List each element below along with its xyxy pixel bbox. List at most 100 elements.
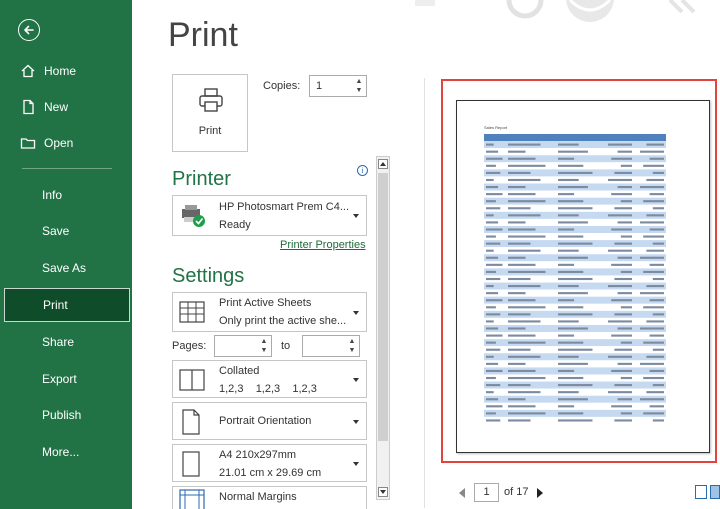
page-number-input[interactable]: 1 (474, 483, 499, 502)
preview-table-cell-text (611, 193, 632, 196)
preview-table-cell-text (558, 405, 575, 408)
sidebar-divider (22, 168, 112, 169)
collation-dropdown[interactable]: Collated 1,2,3 1,2,3 1,2,3 (172, 360, 367, 398)
preview-table-cell-text (617, 150, 632, 153)
printer-dropdown[interactable]: HP Photosmart Prem C4... Ready (172, 195, 367, 236)
sidebar-item-label: Save As (42, 261, 87, 275)
preview-table-cell-text (558, 200, 584, 203)
preview-table-cell-text (558, 221, 588, 224)
preview-table-cell-text (486, 306, 496, 309)
preview-table-cell-text (508, 221, 526, 224)
preview-table-cell-text (508, 178, 541, 182)
preview-table-cell-text (643, 270, 664, 273)
preview-table-cell-text (558, 313, 593, 316)
sidebar-item-label: Info (42, 188, 63, 202)
preview-table-cell-text (649, 157, 664, 160)
preview-table-cell-text (508, 200, 546, 203)
preview-table-cell-text (643, 235, 664, 238)
preview-table-cell-text (652, 171, 664, 174)
preview-table-cell-text (486, 292, 499, 295)
preview-table-cell-text (646, 214, 664, 217)
copies-label: Copies: (263, 80, 301, 92)
copies-decrement[interactable]: ▼ (354, 86, 364, 95)
preview-table-cell-text (652, 242, 664, 245)
preview-table-cell-text (652, 384, 664, 387)
info-icon[interactable]: i (357, 165, 368, 176)
zoom-to-page-button[interactable] (710, 485, 720, 499)
preview-table-cell-text (617, 398, 632, 401)
show-margins-button[interactable] (695, 485, 707, 499)
pages-from-decrement[interactable]: ▼ (259, 346, 269, 355)
preview-table-cell-text (608, 214, 632, 217)
pages-to-increment[interactable]: ▲ (347, 337, 357, 346)
preview-table-cell-text (486, 256, 499, 259)
preview-table-cell-text (558, 285, 579, 288)
pages-to-input[interactable]: ▲ ▼ (302, 335, 360, 357)
preview-table-cell-text (486, 263, 503, 266)
sidebar-item-save-as[interactable]: Save As (4, 251, 130, 285)
sidebar-item-more[interactable]: More... (4, 435, 130, 469)
scroll-up-button[interactable] (378, 159, 388, 169)
sidebar-item-home[interactable]: Home (4, 54, 130, 88)
preview-table-cell-text (649, 405, 664, 408)
preview-table-cell-text (508, 164, 546, 167)
sidebar-item-label: Export (42, 372, 77, 386)
preview-table-cell-text (652, 207, 664, 210)
preview-table-cell-text (486, 221, 499, 224)
copies-value: 1 (316, 80, 323, 92)
paper-size-dropdown[interactable]: A4 210x297mm 21.01 cm x 29.69 cm (172, 444, 367, 482)
sidebar-item-publish[interactable]: Publish (4, 398, 130, 432)
paper-size-subtitle: 21.01 cm x 29.69 cm (219, 467, 322, 479)
previous-page-button[interactable] (459, 488, 465, 498)
pages-from-input[interactable]: ▲ ▼ (214, 335, 272, 357)
preview-table-cell-text (643, 200, 664, 203)
sidebar-item-open[interactable]: Open (4, 126, 130, 160)
preview-table-cell-text (508, 299, 536, 302)
sidebar-item-info[interactable]: Info (4, 178, 130, 212)
copies-input[interactable]: 1 ▲ ▼ (309, 75, 367, 97)
preview-table-cell-text (558, 235, 584, 238)
sidebar-item-new[interactable]: New (4, 90, 130, 124)
pages-to-decrement[interactable]: ▼ (347, 346, 357, 355)
margins-dropdown[interactable]: Normal Margins (172, 486, 367, 509)
print-button[interactable]: Print (172, 74, 248, 152)
preview-table-cell-text (558, 157, 575, 160)
preview-table-cell-text (620, 306, 632, 309)
preview-table-cell-text (608, 143, 632, 146)
settings-scrollbar[interactable] (376, 156, 390, 500)
preview-table-cell-text (558, 277, 593, 281)
preview-table-cell-text (611, 369, 632, 373)
preview-table-cell-text (649, 228, 664, 231)
preview-table-cell-text (652, 313, 664, 316)
preview-table-cell-text (558, 193, 575, 196)
preview-table-cell-text (611, 228, 632, 231)
scroll-down-button[interactable] (378, 487, 388, 497)
print-what-dropdown[interactable]: Print Active Sheets Only print the activ… (172, 292, 367, 332)
preview-table-cell-text (508, 369, 536, 373)
scroll-thumb[interactable] (378, 173, 388, 441)
sidebar-item-print[interactable]: Print (4, 288, 130, 322)
sidebar-item-export[interactable]: Export (4, 362, 130, 396)
preview-table-cell-text (558, 348, 593, 351)
printer-ready-icon (182, 205, 205, 227)
sidebar-item-label: Open (44, 136, 74, 150)
orientation-dropdown[interactable]: Portrait Orientation (172, 402, 367, 440)
preview-table-cell-text (558, 398, 588, 401)
margins-title: Normal Margins (219, 491, 297, 503)
preview-table (484, 134, 666, 424)
back-button[interactable] (18, 19, 40, 41)
preview-table-cell-text (611, 299, 632, 302)
preview-table-cell-text (486, 171, 501, 174)
pages-label: Pages: (172, 340, 207, 352)
preview-table-cell-text (486, 355, 494, 358)
preview-table-cell-text (608, 391, 632, 394)
next-page-button[interactable] (537, 488, 543, 498)
sidebar-item-save[interactable]: Save (4, 214, 130, 248)
pages-from-increment[interactable]: ▲ (259, 337, 269, 346)
collation-subtitle: 1,2,3 1,2,3 1,2,3 (219, 383, 317, 395)
copies-increment[interactable]: ▲ (354, 77, 364, 86)
preview-table-cell-text (608, 355, 632, 358)
sidebar-item-share[interactable]: Share (4, 325, 130, 359)
backstage-sidebar: Home New Open Info Save Save As Print Sh… (0, 0, 132, 509)
printer-properties-link[interactable]: Printer Properties (280, 239, 366, 251)
